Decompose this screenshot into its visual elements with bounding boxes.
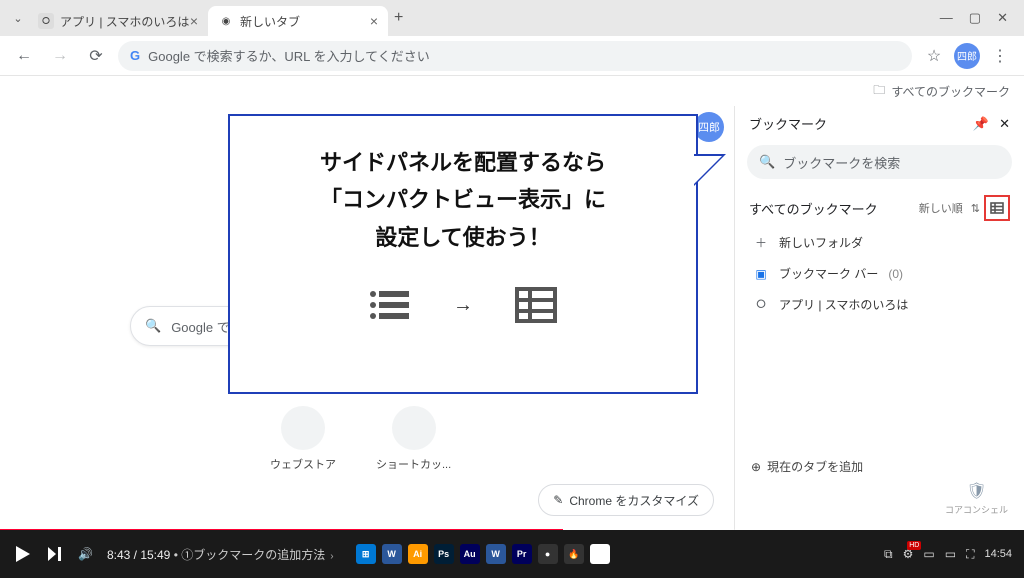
- windows-icon[interactable]: ⊞: [356, 544, 376, 564]
- play-button[interactable]: [12, 544, 32, 564]
- close-panel-icon[interactable]: ✕: [999, 116, 1010, 132]
- illustrator-icon[interactable]: Ai: [408, 544, 428, 564]
- tab-inactive[interactable]: ⭘ アプリ | スマホのいろは ×: [28, 6, 208, 36]
- browser-toolbar: ← → ⟳ G Google で検索するか、URL を入力してください ☆ 四郎…: [0, 36, 1024, 76]
- shortcut-icon: [392, 406, 436, 450]
- audition-icon[interactable]: Au: [460, 544, 480, 564]
- callout-line: 設定して使おう！: [254, 219, 672, 256]
- back-button[interactable]: ←: [10, 42, 38, 70]
- bookmarks-bar: 🗀 すべてのブックマーク: [0, 76, 1024, 106]
- folder-icon: ▣: [753, 266, 769, 282]
- list-view-icon: [363, 278, 417, 332]
- theater-icon[interactable]: ▭: [945, 547, 956, 561]
- tutorial-callout: サイドパネルを配置するなら 「コンパクトビュー表示」に 設定して使おう！ →: [228, 114, 698, 394]
- new-folder-label: 新しいフォルダ: [779, 234, 863, 251]
- callout-line: 「コンパクトビュー表示」に: [254, 181, 672, 218]
- bookmark-search-input[interactable]: 🔍 ブックマークを検索: [747, 145, 1012, 179]
- app-icon[interactable]: ●: [538, 544, 558, 564]
- close-icon[interactable]: ×: [190, 13, 198, 29]
- premiere-icon[interactable]: Pr: [512, 544, 532, 564]
- pencil-icon: ✎: [553, 493, 563, 507]
- ntp-profile-avatar[interactable]: 四郎: [694, 112, 724, 142]
- duration: 15:49: [140, 548, 170, 562]
- profile-avatar[interactable]: 四郎: [954, 43, 980, 69]
- taskbar-app-icons: ⊞ W Ai Ps Au W Pr ● 🔥 ◉: [356, 544, 610, 564]
- tab-title: アプリ | スマホのいろは: [60, 13, 189, 30]
- captions-button[interactable]: ⧉: [884, 547, 893, 562]
- shortcut-label: ウェブストア: [270, 456, 336, 472]
- side-panel-title: ブックマーク: [749, 114, 827, 133]
- menu-icon[interactable]: ⋮: [986, 42, 1014, 70]
- forward-button[interactable]: →: [46, 42, 74, 70]
- current-time: 8:43: [107, 548, 130, 562]
- shortcut-add[interactable]: ショートカッ...: [376, 406, 451, 472]
- pin-icon[interactable]: 📌: [973, 116, 989, 132]
- word-icon[interactable]: W: [382, 544, 402, 564]
- compact-view-toggle[interactable]: [984, 195, 1010, 221]
- plus-icon: ＋: [753, 235, 769, 251]
- callout-line: サイドパネルを配置するなら: [254, 144, 672, 181]
- page-icon: ⭘: [753, 297, 769, 313]
- word2-icon[interactable]: W: [486, 544, 506, 564]
- google-g-icon: G: [130, 48, 140, 63]
- all-bookmarks-link[interactable]: すべてのブックマーク: [891, 83, 1010, 100]
- bookmark-search-placeholder: ブックマークを検索: [783, 153, 900, 172]
- reload-button[interactable]: ⟳: [82, 42, 110, 70]
- window-title-bar: ⌄ ⭘ アプリ | スマホのいろは × ◉ 新しいタブ × + — ▢ ✕: [0, 0, 1024, 36]
- add-tab-label: 現在のタブを追加: [767, 458, 863, 475]
- volume-button[interactable]: 🔊: [78, 547, 93, 561]
- bookmark-bar-count: (0): [888, 267, 903, 281]
- bookmarks-side-panel: ブックマーク 📌 ✕ 🔍 ブックマークを検索 すべてのブックマーク 新しい順 ⇅…: [734, 106, 1024, 530]
- next-button[interactable]: [46, 545, 64, 563]
- brand-icon: 🛡: [966, 481, 986, 501]
- customize-label: Chrome をカスタマイズ: [569, 492, 699, 509]
- bookmark-star-icon[interactable]: ☆: [920, 42, 948, 70]
- shortcut-webstore[interactable]: ウェブストア: [270, 406, 336, 472]
- search-icon: 🔍: [759, 154, 775, 170]
- clock-time: 14:54: [984, 548, 1012, 560]
- bookmark-label: アプリ | スマホのいろは: [779, 296, 908, 313]
- new-tab-button[interactable]: +: [394, 9, 403, 27]
- bookmark-entry[interactable]: ⭘ アプリ | スマホのいろは: [735, 289, 1024, 320]
- brand-watermark: 🛡 コアコンシェル: [945, 481, 1008, 516]
- webstore-icon: [281, 406, 325, 450]
- section-title: すべてのブックマーク: [749, 199, 878, 218]
- flame-icon[interactable]: 🔥: [564, 544, 584, 564]
- omnibox-placeholder: Google で検索するか、URL を入力してください: [148, 46, 430, 65]
- miniplayer-icon[interactable]: ▭: [923, 547, 934, 561]
- chevron-right-icon: ›: [330, 551, 333, 562]
- favicon-icon: ⭘: [38, 13, 54, 29]
- tab-dropdown[interactable]: ⌄: [8, 12, 28, 25]
- bookmark-bar-folder[interactable]: ▣ ブックマーク バー (0): [735, 258, 1024, 289]
- minimize-icon[interactable]: —: [940, 10, 953, 26]
- chapter-title[interactable]: ①ブックマークの追加方法: [181, 548, 325, 562]
- settings-gear-icon[interactable]: ⚙: [903, 547, 914, 561]
- arrow-right-icon: →: [453, 294, 473, 317]
- video-player-controls: 🔊 8:43 / 15:49 • ①ブックマークの追加方法› ⊞ W Ai Ps…: [0, 530, 1024, 578]
- tab-active[interactable]: ◉ 新しいタブ ×: [208, 6, 388, 36]
- add-current-tab-button[interactable]: ⊕ 現在のタブを追加: [751, 458, 863, 475]
- bookmark-bar-label: ブックマーク バー: [779, 265, 878, 282]
- chrome-icon: ◉: [218, 13, 234, 29]
- maximize-icon[interactable]: ▢: [969, 10, 981, 26]
- close-icon[interactable]: ×: [370, 13, 378, 29]
- fullscreen-icon[interactable]: ⛶: [966, 547, 974, 562]
- sort-icon[interactable]: ⇅: [971, 202, 980, 215]
- shortcut-label: ショートカッ...: [376, 456, 451, 472]
- sort-label[interactable]: 新しい順: [919, 200, 963, 216]
- customize-chrome-button[interactable]: ✎ Chrome をカスタマイズ: [538, 484, 714, 516]
- new-tab-page: 四郎 🔍 Google で検索または ウェブストア ショートカッ... ✎ Ch…: [0, 106, 734, 530]
- plus-circle-icon: ⊕: [751, 460, 761, 474]
- close-window-icon[interactable]: ✕: [997, 10, 1008, 26]
- photoshop-icon[interactable]: Ps: [434, 544, 454, 564]
- search-icon: 🔍: [145, 318, 161, 334]
- compact-view-icon: [509, 278, 563, 332]
- tab-title: 新しいタブ: [240, 13, 300, 30]
- address-bar[interactable]: G Google で検索するか、URL を入力してください: [118, 41, 912, 71]
- new-folder-button[interactable]: ＋ 新しいフォルダ: [735, 227, 1024, 258]
- chrome-task-icon[interactable]: ◉: [590, 544, 610, 564]
- folder-icon: 🗀: [873, 81, 885, 102]
